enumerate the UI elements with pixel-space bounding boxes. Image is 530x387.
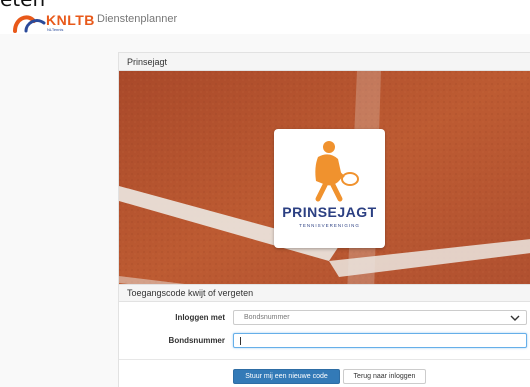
- clipped-heading: eten: [0, 0, 45, 11]
- form-divider: [119, 359, 530, 360]
- club-panel: Prinsejagt PRINSEJAGT TENNISVERENIGING: [118, 52, 530, 293]
- back-to-login-button[interactable]: Terug naar inloggen: [343, 369, 426, 384]
- send-new-code-button[interactable]: Stuur mij een nieuwe code: [233, 369, 340, 384]
- form-title: Toegangscode kwijt of vergeten: [127, 288, 254, 298]
- logo-subtext: NLTennis: [47, 27, 64, 32]
- login-with-selected-value: Bondsnummer: [244, 314, 290, 321]
- top-bar: eten KNLTB NLTennis Dienstenplanner: [0, 0, 530, 34]
- login-with-label: Inloggen met: [175, 313, 225, 322]
- chevron-down-icon: [510, 315, 520, 321]
- login-with-select[interactable]: Bondsnummer: [233, 310, 527, 325]
- club-logo-badge: PRINSEJAGT TENNISVERENIGING: [274, 129, 385, 248]
- logo-text: KNLTB: [46, 12, 95, 28]
- club-panel-title: Prinsejagt: [127, 57, 168, 67]
- reset-code-form: Toegangscode kwijt of vergeten Inloggen …: [118, 284, 530, 387]
- club-logo-subtitle: TENNISVERENIGING: [299, 223, 360, 228]
- member-number-input[interactable]: [233, 333, 527, 348]
- knltb-logo-mark-icon: [13, 15, 46, 33]
- tennis-player-icon: [315, 141, 359, 202]
- form-header: Toegangscode kwijt of vergeten: [119, 285, 530, 302]
- member-number-label: Bondsnummer: [168, 336, 225, 345]
- club-panel-header: Prinsejagt: [119, 53, 530, 71]
- club-logo-name: PRINSEJAGT: [282, 204, 377, 220]
- app-title: Dienstenplanner: [97, 13, 178, 25]
- text-caret: [240, 337, 241, 345]
- club-banner-image: PRINSEJAGT TENNISVERENIGING: [119, 71, 530, 293]
